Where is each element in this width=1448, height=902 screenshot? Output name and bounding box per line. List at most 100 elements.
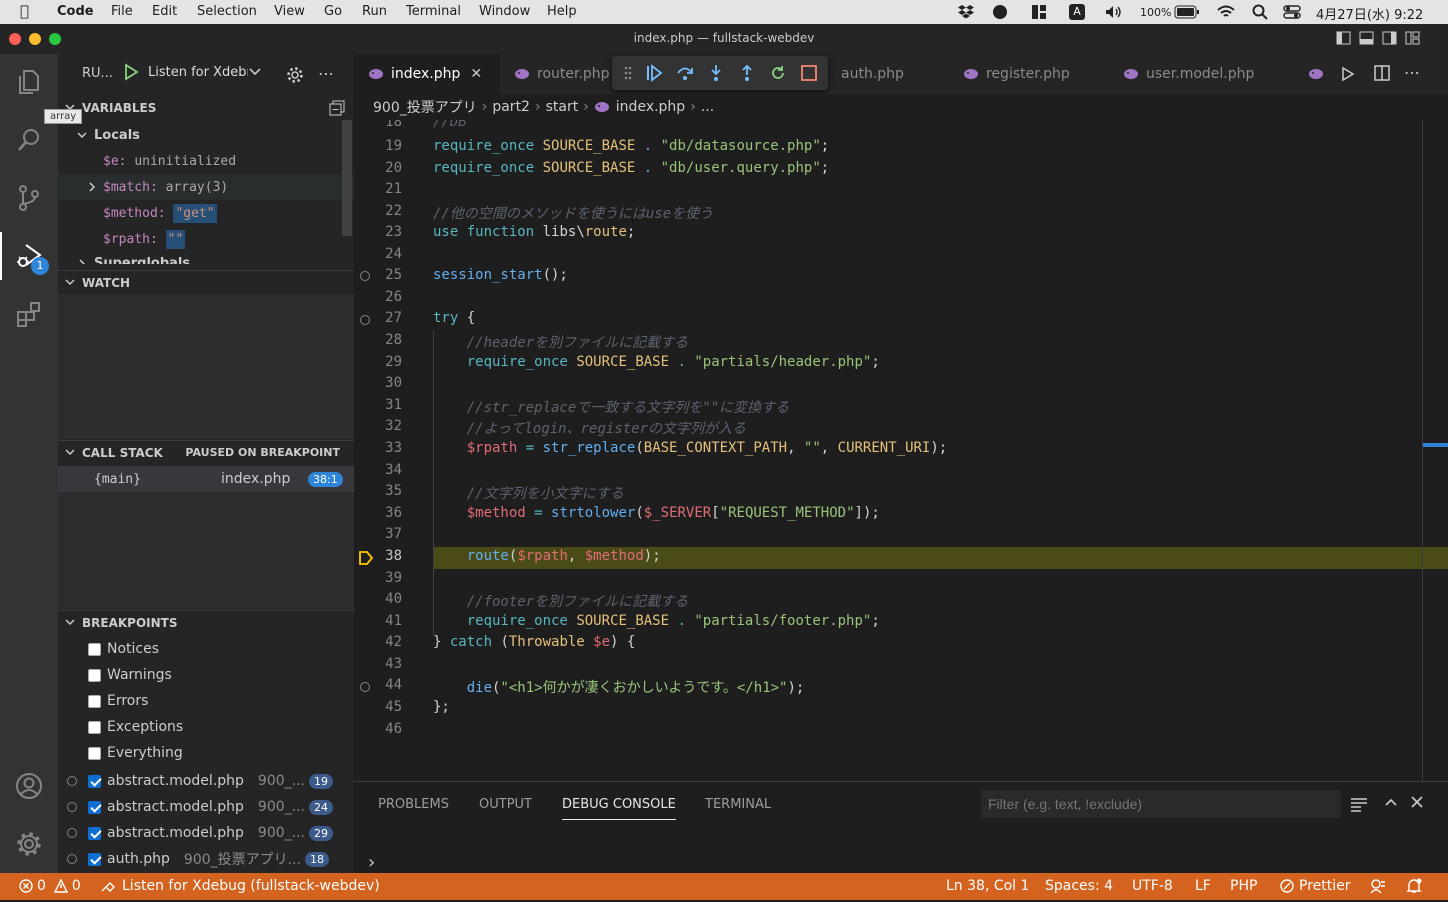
variables-scrollbar[interactable] (342, 120, 352, 236)
debug-settings-gear-icon[interactable] (286, 66, 304, 84)
menubar-clock[interactable]: 4月27日(水) 9:22 (1316, 4, 1423, 23)
breadcrumb-item[interactable]: ... (701, 99, 714, 115)
callstack-header[interactable]: CALL STACK PAUSED ON BREAKPOINT (58, 440, 354, 464)
php-elephant-icon[interactable] (1308, 68, 1324, 80)
code-editor[interactable]: 18 19 20 21 22 23 24 25 26 27 28 29 30 3… (354, 120, 1448, 781)
exception-breakpoint-notices[interactable]: Notices (58, 636, 354, 662)
spotlight-search-icon[interactable] (1252, 4, 1268, 20)
breadcrumb-item[interactable]: index.php (616, 99, 685, 115)
breadcrumb-item[interactable]: start (546, 99, 579, 115)
file-breakpoint[interactable]: abstract.model.php 900_... 24 (58, 794, 354, 820)
variable-row[interactable]: $match: array(3) (58, 174, 354, 200)
file-breakpoint[interactable]: auth.php 900_投票アプリ... 18 (58, 846, 354, 872)
checkbox[interactable] (88, 746, 101, 760)
menu-view[interactable]: View (274, 4, 305, 19)
close-panel-icon[interactable] (1410, 795, 1424, 809)
accounts-icon[interactable] (0, 762, 58, 810)
start-debugging-icon[interactable] (122, 63, 140, 81)
watch-header[interactable]: WATCH (58, 270, 354, 294)
tab-terminal[interactable]: TERMINAL (705, 797, 771, 812)
checkbox[interactable] (88, 694, 101, 708)
checkbox[interactable] (88, 800, 101, 814)
menu-selection[interactable]: Selection (197, 4, 257, 19)
variable-row[interactable]: $rpath: "" (58, 226, 354, 252)
exception-breakpoint-everything[interactable]: Everything (58, 740, 354, 766)
breakpoints-header[interactable]: BREAKPOINTS (58, 610, 354, 634)
tab-user-model-php[interactable]: user.model.php (1109, 54, 1289, 94)
indentation[interactable]: Spaces: 4 (1045, 878, 1113, 894)
encoding[interactable]: UTF-8 (1132, 878, 1173, 894)
variable-row[interactable]: $method: "get" (58, 200, 354, 226)
run-file-icon[interactable] (1340, 66, 1358, 82)
manage-gear-icon[interactable] (0, 820, 58, 868)
debug-config-selector[interactable]: Listen for Xdebı (122, 63, 262, 81)
line-ending[interactable]: LF (1195, 878, 1211, 894)
file-breakpoint[interactable]: abstract.model.php 900_... 19 (58, 768, 354, 794)
extensions-icon[interactable] (0, 290, 58, 338)
prettier-status[interactable]: Prettier (1280, 878, 1351, 894)
exception-breakpoint-exceptions[interactable]: Exceptions (58, 714, 354, 740)
stack-frame[interactable]: {main} index.php 38:1 (58, 466, 354, 492)
tab-index-php[interactable]: index.php ✕ (354, 54, 500, 94)
filter-input[interactable] (981, 790, 1341, 818)
drag-handle-icon[interactable] (624, 64, 632, 82)
step-over-icon[interactable] (676, 64, 694, 82)
menu-go[interactable]: Go (324, 4, 342, 19)
checkbox[interactable] (88, 826, 101, 840)
more-actions-icon[interactable]: ⋯ (318, 64, 334, 83)
tab-auth-php[interactable]: auth.php (814, 54, 944, 94)
volume-icon[interactable] (1104, 4, 1124, 20)
control-center-icon[interactable] (1283, 4, 1301, 20)
toggle-sidebar-icon[interactable] (1336, 31, 1351, 45)
menu-help[interactable]: Help (547, 4, 577, 19)
menu-file[interactable]: File (111, 4, 133, 19)
tab-output[interactable]: OUTPUT (479, 797, 532, 812)
menu-window[interactable]: Window (479, 4, 530, 19)
debug-session-status[interactable]: Listen for Xdebug (fullstack-webdev) (100, 878, 380, 894)
tab-debug-console[interactable]: DEBUG CONSOLE (562, 797, 676, 820)
menu-edit[interactable]: Edit (152, 4, 177, 19)
clear-console-icon[interactable] (1350, 796, 1368, 812)
app-menu[interactable]: Code (57, 4, 94, 19)
input-source-icon[interactable]: A (1069, 4, 1085, 20)
exception-breakpoint-warnings[interactable]: Warnings (58, 662, 354, 688)
editor-more-actions-icon[interactable]: ⋯ (1404, 63, 1420, 82)
checkbox[interactable] (88, 774, 101, 788)
apple-menu-icon[interactable]:  (20, 2, 29, 20)
maximize-panel-icon[interactable] (1384, 795, 1398, 809)
split-editor-icon[interactable] (1374, 65, 1390, 81)
dropbox-icon[interactable] (957, 4, 975, 20)
battery-icon[interactable] (1174, 5, 1200, 19)
variables-header[interactable]: VARIABLES (58, 96, 354, 120)
language-mode[interactable]: PHP (1230, 878, 1257, 894)
tab-problems[interactable]: PROBLEMS (378, 797, 449, 812)
checkbox[interactable] (88, 668, 101, 682)
checkbox[interactable] (88, 642, 101, 656)
feedback-icon[interactable] (1370, 878, 1386, 894)
step-out-icon[interactable] (738, 64, 756, 82)
menu-run[interactable]: Run (362, 4, 387, 19)
wifi-icon[interactable] (1216, 4, 1236, 20)
superglobals-row[interactable]: Superglobals (58, 252, 342, 264)
tab-router-php[interactable]: router.php (500, 54, 618, 94)
checkbox[interactable] (88, 852, 101, 866)
notifications-bell-icon[interactable] (1406, 878, 1422, 894)
menu-terminal[interactable]: Terminal (406, 4, 461, 19)
source-control-icon[interactable] (0, 174, 58, 222)
toggle-secondary-sidebar-icon[interactable] (1382, 31, 1397, 45)
explorer-icon[interactable] (0, 58, 58, 106)
collapse-all-icon[interactable] (329, 100, 345, 116)
file-breakpoint[interactable]: abstract.model.php 900_... 29 (58, 820, 354, 846)
locals-scope[interactable]: Locals (58, 122, 354, 148)
checkbox[interactable] (88, 720, 101, 734)
console-prompt-icon[interactable]: › (368, 852, 375, 873)
toggle-panel-icon[interactable] (1359, 31, 1374, 45)
breadcrumb-item[interactable]: 900_投票アプリ (373, 97, 477, 117)
restart-icon[interactable] (769, 64, 787, 82)
variable-row[interactable]: $e: uninitialized (58, 148, 354, 174)
evernote-icon[interactable] (992, 4, 1008, 20)
breadcrumb-item[interactable]: part2 (492, 99, 530, 115)
problems-status[interactable]: 0 0 (19, 878, 81, 894)
close-tab-icon[interactable]: ✕ (470, 66, 482, 82)
step-into-icon[interactable] (707, 64, 725, 82)
